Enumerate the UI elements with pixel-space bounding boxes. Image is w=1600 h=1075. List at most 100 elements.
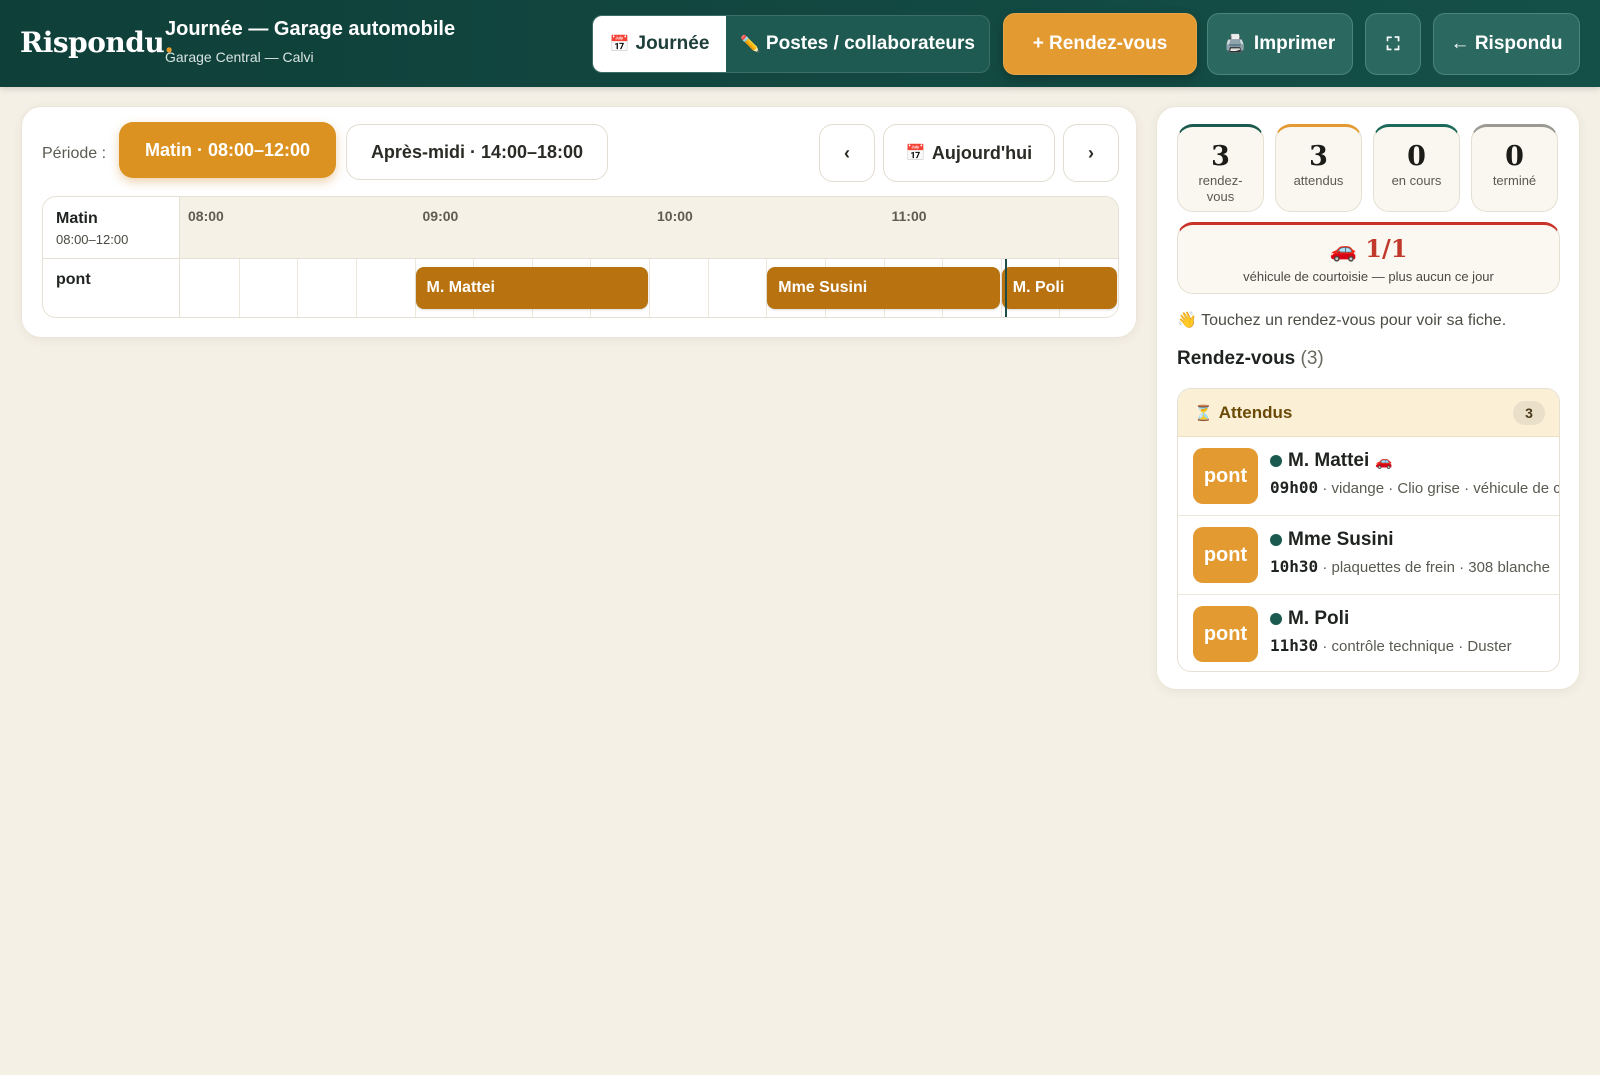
appointments-count: (3) (1300, 348, 1324, 369)
tab-journee-label: Journée (635, 33, 710, 54)
period-afternoon-button[interactable]: Après-midi · 14:00–18:00 (346, 124, 608, 180)
page-title: Journée — Garage automobile (165, 18, 456, 40)
today-label: Aujourd'hui (931, 142, 1033, 163)
appointment-detail: 09h00 · vidange · Clio grise · véhicule … (1270, 478, 1559, 497)
new-appointment-label: + Rendez-vous (1032, 33, 1168, 54)
appointment-detail: 11h30 · contrôle technique · Duster (1270, 636, 1512, 655)
stat-in-progress[interactable]: 0 en cours (1373, 124, 1460, 212)
car-icon: 🚗 (1329, 237, 1357, 263)
client-name-row: M. Mattei 🚗 (1270, 450, 1393, 472)
tab-postes[interactable]: ✏️ Postes / collaborateurs (726, 16, 989, 72)
printer-icon: 🖨️ (1224, 34, 1246, 53)
hourglass-icon: ⏳ (1194, 404, 1213, 422)
courtesy-count: 1/1 (1365, 234, 1408, 263)
client-name: M. Poli (1288, 608, 1350, 629)
calendar-icon: 📅 (905, 145, 926, 162)
grid-line (355, 259, 357, 317)
today-button[interactable]: 📅 Aujourd'hui (883, 124, 1055, 182)
time-tick: 10:00 (657, 208, 693, 224)
page-subtitle: Garage Central — Calvi (165, 49, 314, 65)
group-header[interactable]: ⏳ Attendus 3 (1178, 389, 1559, 437)
group-count-badge: 3 (1513, 401, 1545, 425)
tab-journee[interactable]: 📅 Journée (593, 16, 726, 72)
post-chip: pont (1193, 527, 1258, 583)
fullscreen-button[interactable]: ⛶ (1365, 13, 1421, 75)
appointment-group-waiting: ⏳ Attendus 3 pont M. Mattei 🚗 09h00 · vidan… (1177, 388, 1560, 672)
time-tick: 09:00 (422, 208, 459, 224)
appointment-block[interactable]: M. Mattei (415, 267, 648, 309)
pencil-icon: ✏️ (740, 36, 760, 53)
top-bar: Rispondu. Journée — Garage automobile Ga… (0, 0, 1600, 87)
back-to-rispondu-button[interactable]: ← Rispondu (1433, 13, 1580, 75)
status-dot-icon (1270, 534, 1282, 546)
calendar-icon: 📅 (609, 36, 630, 53)
appointments-title: Rendez-vous (3) (1177, 348, 1324, 370)
current-time-indicator (1004, 259, 1007, 317)
appointments-title-label: Rendez-vous (1177, 348, 1296, 369)
chevron-right-icon: › (1088, 142, 1094, 163)
client-name-row: Mme Susini (1270, 529, 1394, 551)
stat-value: 0 (1505, 141, 1524, 172)
stat-total[interactable]: 3 rendez-vous (1177, 124, 1264, 212)
brand-name: Rispondu (20, 26, 165, 59)
appointment-list-item[interactable]: pont M. Mattei 🚗 09h00 · vidange · Clio gri… (1178, 437, 1559, 516)
post-chip: pont (1193, 448, 1258, 504)
group-label: Attendus (1218, 402, 1293, 422)
lane-header-pont: pont (43, 259, 180, 317)
print-button[interactable]: 🖨️ Imprimer (1207, 13, 1353, 75)
client-name-row: M. Poli (1270, 608, 1349, 630)
grid-line (649, 259, 650, 317)
tab-postes-label: Postes / collaborateurs (765, 33, 975, 54)
chevron-left-icon: ‹ (844, 142, 850, 163)
stat-label: attendus (1293, 173, 1344, 188)
time-axis: 08:00 09:00 10:00 11:00 (180, 197, 1118, 259)
fullscreen-icon: ⛶ (1386, 33, 1400, 54)
appointment-time: 11h30 (1270, 636, 1319, 655)
period-name: Matin (56, 210, 98, 227)
appointment-description: · contrôle technique · Duster (1318, 638, 1512, 655)
page-titles: Journée — Garage automobile Garage Centr… (165, 18, 455, 65)
stat-label: en cours (1391, 173, 1442, 188)
stat-label: terminé (1492, 173, 1537, 188)
grid-line (238, 259, 240, 317)
client-name: Mme Susini (1288, 529, 1394, 550)
car-icon: 🚗 (1375, 452, 1393, 469)
previous-day-button[interactable]: ‹ (819, 124, 875, 182)
waving-hand-icon: 👋 (1177, 312, 1197, 329)
appointment-time: 09h00 (1270, 478, 1319, 497)
courtesy-label: véhicule de courtoisie — plus aucun ce j… (1243, 269, 1494, 284)
appointment-block[interactable]: M. Poli (1001, 267, 1117, 309)
stat-value: 0 (1407, 141, 1426, 172)
period-label: Période : (42, 145, 107, 162)
next-day-button[interactable]: › (1063, 124, 1119, 182)
stat-value: 3 (1211, 141, 1230, 172)
planning-card: Période : Matin · 08:00–12:00 Après-midi… (21, 106, 1137, 338)
time-tick: 11:00 (891, 208, 927, 224)
status-dot-icon (1270, 455, 1282, 467)
summary-panel: 3 rendez-vous 3 attendus 0 en cours 0 terminé 🚗… (1156, 106, 1580, 690)
grid-line (707, 259, 709, 317)
time-tick: 08:00 (188, 208, 224, 224)
period-range: 08:00–12:00 (56, 232, 129, 247)
grid-line (297, 259, 299, 317)
period-row-header: Matin 08:00–12:00 (43, 197, 180, 259)
period-morning-button[interactable]: Matin · 08:00–12:00 (119, 122, 336, 178)
period-afternoon-label: Après-midi · 14:00–18:00 (370, 141, 584, 162)
appointment-time: 10h30 (1270, 557, 1319, 576)
back-label: ← Rispondu (1450, 33, 1563, 54)
stat-waiting[interactable]: 3 attendus (1275, 124, 1362, 212)
period-morning-label: Matin · 08:00–12:00 (144, 139, 311, 160)
appointment-block[interactable]: Mme Susini (767, 267, 1000, 309)
appointment-list-item[interactable]: pont M. Poli 11h30 · contrôle technique · … (1178, 595, 1559, 671)
courtesy-vehicle-card: 🚗 1/1 véhicule de courtoisie — plus aucu… (1177, 222, 1560, 294)
status-dot-icon (1270, 613, 1282, 625)
appointment-list-item[interactable]: pont Mme Susini 10h30 · plaquettes de frei… (1178, 516, 1559, 595)
stat-done[interactable]: 0 terminé (1471, 124, 1558, 212)
new-appointment-button[interactable]: + Rendez-vous (1003, 13, 1197, 75)
hint-label: Touchez un rendez-vous pour voir sa fich… (1201, 312, 1507, 329)
hint-text: 👋 Touchez un rendez-vous pour voir sa fi… (1177, 310, 1506, 330)
appointment-description: · plaquettes de frein · 308 blanche (1318, 559, 1550, 576)
schedule-grid: Matin 08:00–12:00 pont 08:00 09:00 10:00 11… (42, 196, 1119, 318)
brand-logo[interactable]: Rispondu. (20, 26, 174, 59)
view-switcher: 📅 Journée ✏️ Postes / collaborateurs (592, 15, 990, 73)
